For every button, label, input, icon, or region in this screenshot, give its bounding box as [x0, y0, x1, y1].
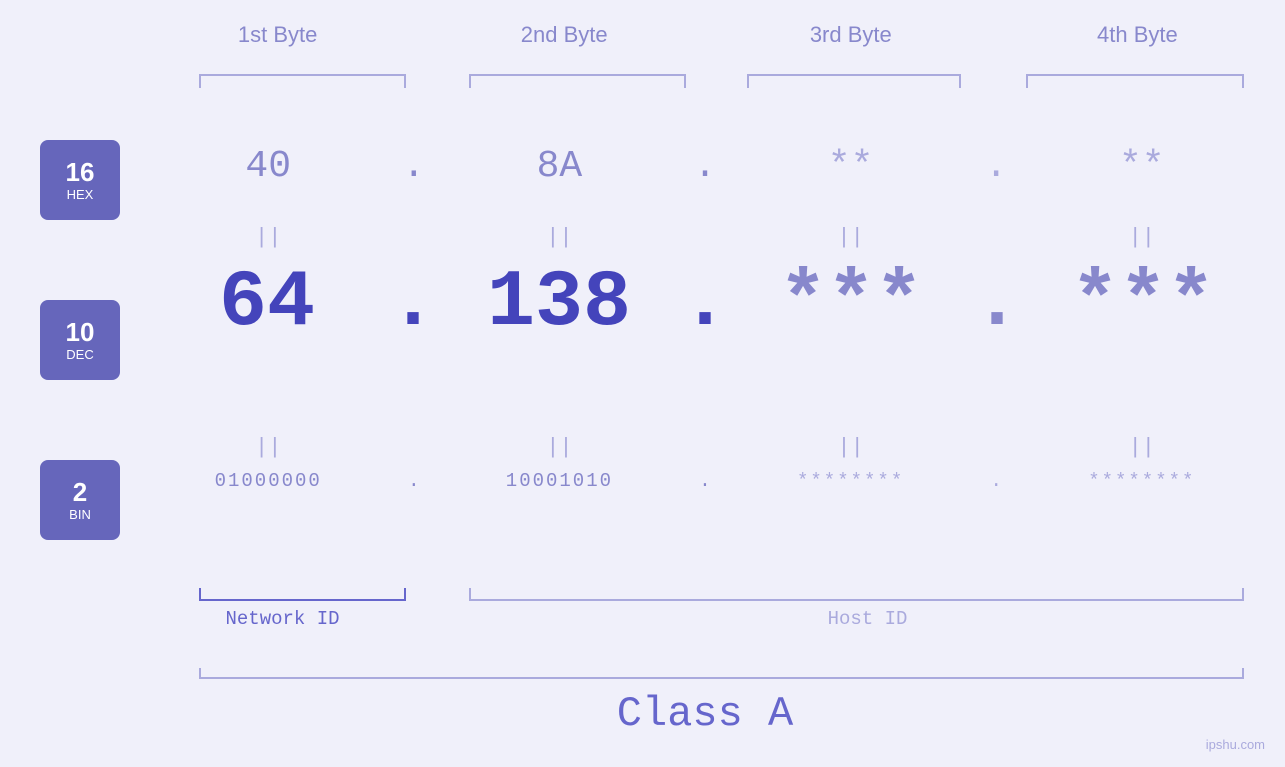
- equals-row-1: || || || ||: [145, 225, 1265, 250]
- bin-val-2: 10001010: [436, 470, 682, 492]
- dec-val-3: ***: [729, 258, 973, 349]
- dec-val-4: ***: [1021, 258, 1265, 349]
- eq1-3: ||: [727, 225, 973, 250]
- watermark: ipshu.com: [1206, 737, 1265, 752]
- eq1-2: ||: [436, 225, 682, 250]
- page-container: 1st Byte 2nd Byte 3rd Byte 4th Byte 16 H…: [0, 0, 1285, 767]
- byte-label-1: 1st Byte: [160, 22, 395, 48]
- dec-dot-2: .: [681, 258, 729, 349]
- eq1-1: ||: [145, 225, 391, 250]
- bin-dot-2: .: [683, 470, 728, 492]
- bin-val-1: 01000000: [145, 470, 391, 492]
- eq1-4: ||: [1019, 225, 1265, 250]
- bin-val-4: ********: [1019, 470, 1265, 492]
- bin-dot-3: .: [974, 470, 1019, 492]
- dec-dot-1: .: [389, 258, 437, 349]
- eq2-3: ||: [727, 435, 973, 460]
- byte-label-4: 4th Byte: [1020, 22, 1255, 48]
- eq2-1: ||: [145, 435, 391, 460]
- hex-val-4: **: [1019, 145, 1265, 188]
- byte-headers: 1st Byte 2nd Byte 3rd Byte 4th Byte: [160, 22, 1255, 48]
- hex-val-3: **: [727, 145, 973, 188]
- dec-val-1: 64: [145, 258, 389, 349]
- network-id-label: Network ID: [145, 608, 420, 630]
- byte-label-2: 2nd Byte: [447, 22, 682, 48]
- hex-badge: 16 HEX: [40, 140, 120, 220]
- byte-label-3: 3rd Byte: [733, 22, 968, 48]
- bin-row: 01000000 . 10001010 . ******** . *******…: [145, 470, 1265, 492]
- eq2-4: ||: [1019, 435, 1265, 460]
- equals-row-2: || || || ||: [145, 435, 1265, 460]
- bin-badge: 2 BIN: [40, 460, 120, 540]
- dec-dot-3: .: [973, 258, 1021, 349]
- class-label: Class A: [145, 690, 1265, 738]
- badges-column: 16 HEX 10 DEC 2 BIN: [40, 140, 120, 540]
- host-id-label: Host ID: [470, 608, 1265, 630]
- bin-dot-1: .: [391, 470, 436, 492]
- hex-dot-3: .: [974, 145, 1019, 188]
- dec-val-2: 138: [437, 258, 681, 349]
- hex-dot-2: .: [683, 145, 728, 188]
- bracket-svg: [0, 0, 1285, 767]
- eq2-2: ||: [436, 435, 682, 460]
- hex-dot-1: .: [391, 145, 436, 188]
- hex-val-2: 8A: [436, 145, 682, 188]
- hex-row: 40 . 8A . ** . **: [145, 145, 1265, 188]
- hex-val-1: 40: [145, 145, 391, 188]
- id-labels-row: Network ID Host ID: [145, 608, 1265, 630]
- bin-val-3: ********: [727, 470, 973, 492]
- dec-badge: 10 DEC: [40, 300, 120, 380]
- dec-row: 64 . 138 . *** . ***: [145, 258, 1265, 349]
